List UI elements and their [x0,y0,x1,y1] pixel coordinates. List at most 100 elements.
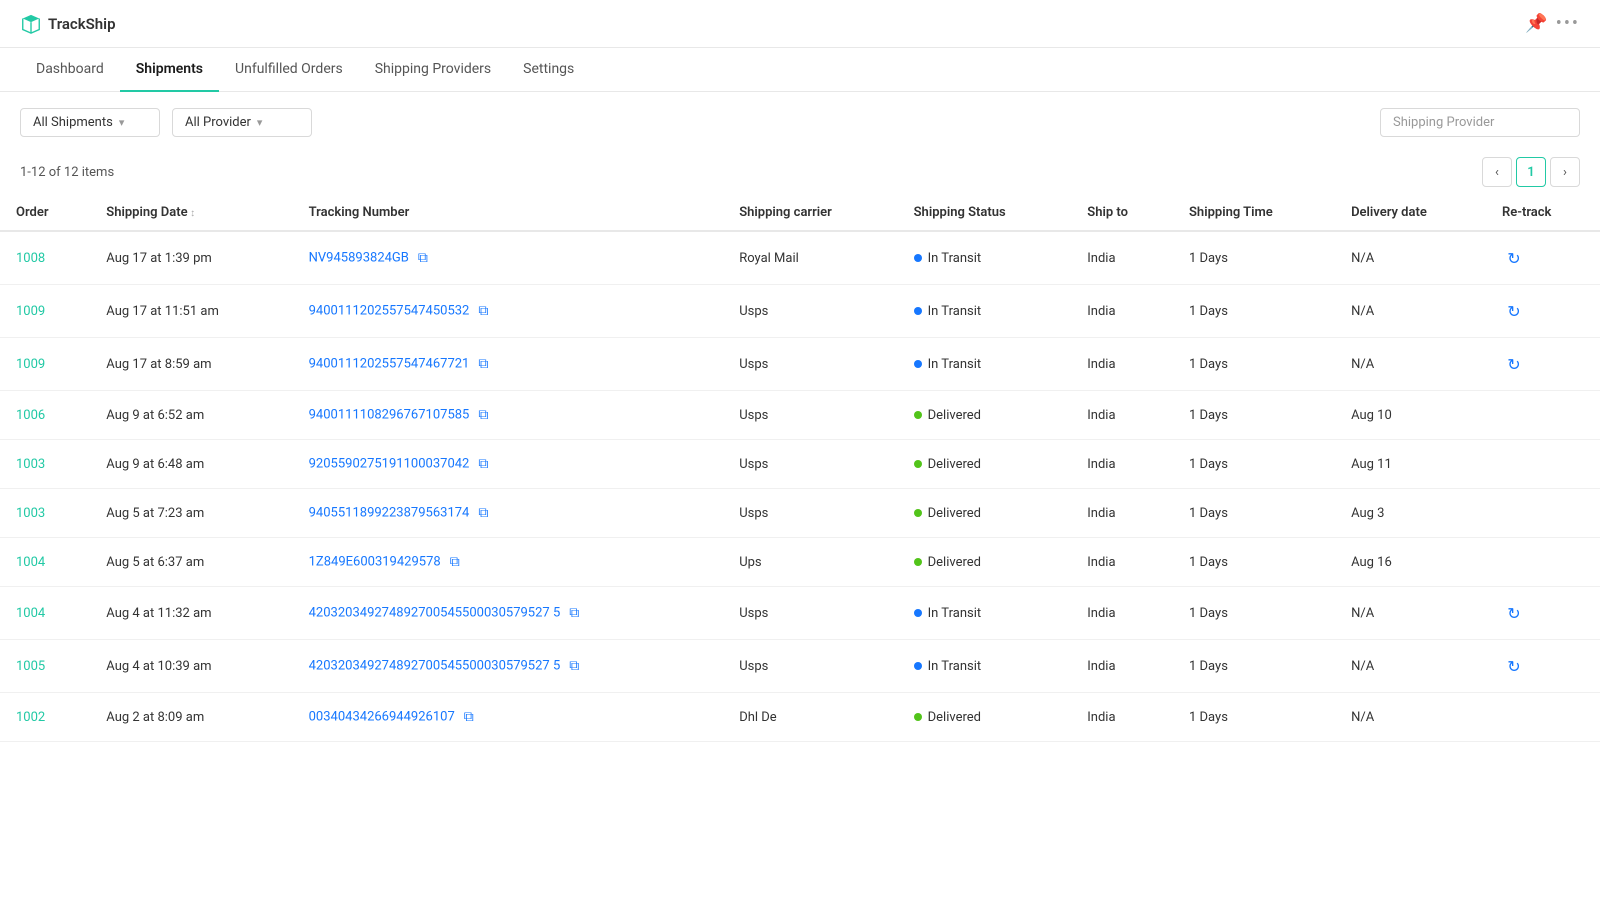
shipping-date-cell: Aug 4 at 10:39 am [90,640,292,693]
order-link[interactable]: 1002 [16,710,45,725]
copy-icon: ⧉ [464,709,474,725]
copy-tracking-btn[interactable]: ⧉ [473,454,493,474]
delivery-date-cell: N/A [1335,640,1486,693]
order-link[interactable]: 1003 [16,506,45,521]
retrack-button[interactable]: ↻ [1502,352,1526,376]
ship-to-cell: India [1071,231,1173,285]
retrack-cell: ↻ [1486,587,1600,640]
logo-icon [20,13,42,35]
tracking-number-link[interactable]: 00340434266944926107 [309,709,455,724]
page-1-btn[interactable]: 1 [1516,157,1546,187]
col-shipping-date[interactable]: Shipping Date [90,195,292,231]
shipping-date-cell: Aug 5 at 6:37 am [90,538,292,587]
shipping-date-cell: Aug 2 at 8:09 am [90,693,292,742]
tracking-number-link[interactable]: 9405511899223879563174 [309,505,470,520]
status-text: Delivered [928,506,981,521]
shipments-table: Order Shipping Date Tracking Number Ship… [0,195,1600,742]
copy-tracking-btn[interactable]: ⧉ [473,354,493,374]
retrack-cell: ↻ [1486,338,1600,391]
order-link[interactable]: 1004 [16,606,45,621]
retrack-button[interactable]: ↻ [1502,601,1526,625]
tracking-number-link[interactable]: 420320349274892700545500030579527 5 [309,605,561,620]
delivery-date-cell: N/A [1335,587,1486,640]
tracking-number-link[interactable]: NV945893824GB [309,250,409,265]
app-header: TrackShip 📌 ••• [0,0,1600,48]
status-text: In Transit [928,606,982,621]
copy-tracking-btn[interactable]: ⧉ [473,301,493,321]
order-link[interactable]: 1009 [16,357,45,372]
tracking-number-link[interactable]: 9400111108296767107585 [309,407,470,422]
retrack-button[interactable]: ↻ [1502,246,1526,270]
order-link[interactable]: 1005 [16,659,45,674]
app-name: TrackShip [48,15,116,33]
retrack-button[interactable]: ↻ [1502,654,1526,678]
ship-to-cell: India [1071,587,1173,640]
col-retrack: Re-track [1486,195,1600,231]
status-cell: In Transit [898,587,1072,640]
copy-tracking-btn[interactable]: ⧉ [459,707,479,727]
nav-settings[interactable]: Settings [507,48,590,92]
table-row: 1004Aug 5 at 6:37 am1Z849E600319429578⧉U… [0,538,1600,587]
delivery-date-cell: N/A [1335,231,1486,285]
shipping-time-cell: 1 Days [1173,640,1335,693]
order-link[interactable]: 1003 [16,457,45,472]
table-header-row: Order Shipping Date Tracking Number Ship… [0,195,1600,231]
shipping-provider-search[interactable]: Shipping Provider [1380,108,1580,137]
prev-page-btn[interactable]: ‹ [1482,157,1512,187]
copy-tracking-btn[interactable]: ⧉ [564,603,584,623]
table-row: 1002 Aug 2 at 8:09 am 00340434266944926107… [0,693,1600,742]
copy-tracking-btn[interactable]: ⧉ [564,656,584,676]
shipping-date-cell: Aug 9 at 6:48 am [90,440,292,489]
order-link[interactable]: 1004 [16,555,45,570]
retrack-button[interactable]: ↻ [1502,299,1526,323]
status-dot [914,360,922,368]
more-icon[interactable]: ••• [1556,13,1580,34]
copy-icon: ⧉ [478,303,488,319]
ship-to-cell: India [1071,338,1173,391]
copy-tracking-btn[interactable]: ⧉ [473,405,493,425]
copy-tracking-btn[interactable]: ⧉ [413,248,433,268]
table-row: 1008Aug 17 at 1:39 pmNV945893824GB⧉Royal… [0,231,1600,285]
ship-to-cell: India [1071,440,1173,489]
tracking-number-link[interactable]: 420320349274892700545500030579527 5 [309,658,561,673]
order-link[interactable]: 1008 [16,251,45,266]
nav-bar: Dashboard Shipments Unfulfilled Orders S… [0,48,1600,92]
table-row: 1003 Aug 9 at 6:48 am 92055902751911000370… [0,440,1600,489]
nav-unfulfilled-orders[interactable]: Unfulfilled Orders [219,48,359,92]
status-text: Delivered [928,555,981,570]
status-cell: In Transit [898,285,1072,338]
status-text: In Transit [928,304,982,319]
copy-tracking-btn[interactable]: ⧉ [445,552,465,572]
table-row: 1004Aug 4 at 11:32 am4203203492748927005… [0,587,1600,640]
nav-dashboard[interactable]: Dashboard [20,48,120,92]
tracking-number-link[interactable]: 1Z849E600319429578 [309,554,441,569]
retrack-cell: ↻ [1486,640,1600,693]
copy-icon: ⧉ [478,356,488,372]
table-row: 1009Aug 17 at 8:59 am9400111202557547467… [0,338,1600,391]
table-row: 1005 Aug 4 at 10:39 am 4203203492748927005… [0,640,1600,693]
col-tracking-number: Tracking Number [293,195,724,231]
tracking-number-link[interactable]: 9205590275191100037042 [309,456,470,471]
shipping-date-cell: Aug 17 at 11:51 am [90,285,292,338]
carrier-cell: Usps [723,587,897,640]
shipping-date-cell: Aug 5 at 7:23 am [90,489,292,538]
col-order: Order [0,195,90,231]
ship-to-cell: India [1071,489,1173,538]
provider-filter[interactable]: All Provider ▾ [172,108,312,137]
retrack-cell: ↻ [1486,285,1600,338]
tracking-number-link[interactable]: 9400111202557547467721 [309,356,470,371]
tracking-number-link[interactable]: 9400111202557547450532 [309,303,470,318]
copy-tracking-btn[interactable]: ⧉ [473,503,493,523]
col-ship-to: Ship to [1071,195,1173,231]
nav-shipments[interactable]: Shipments [120,48,219,92]
pin-icon[interactable]: 📌 [1525,13,1547,34]
next-page-btn[interactable]: › [1550,157,1580,187]
ship-to-cell: India [1071,538,1173,587]
nav-shipping-providers[interactable]: Shipping Providers [359,48,507,92]
order-link[interactable]: 1009 [16,304,45,319]
shipping-time-cell: 1 Days [1173,231,1335,285]
carrier-cell: Usps [723,640,897,693]
copy-icon: ⧉ [478,456,488,472]
shipments-filter[interactable]: All Shipments ▾ [20,108,160,137]
order-link[interactable]: 1006 [16,408,45,423]
